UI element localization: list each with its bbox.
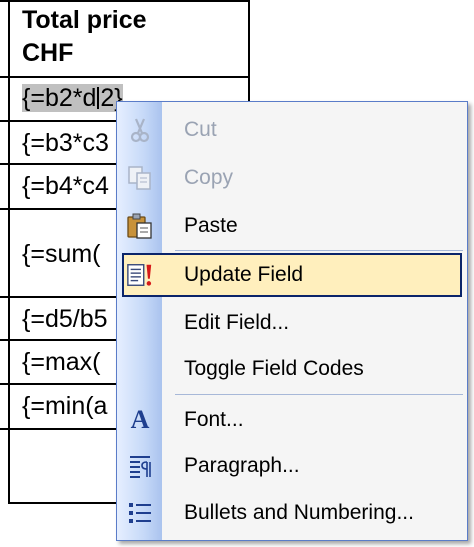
menu-label-paragraph: Paragraph...: [184, 454, 300, 477]
menu-item-bullets-numbering[interactable]: Bullets and Numbering...: [117, 491, 467, 535]
header-line-1: Total price: [22, 6, 147, 34]
menu-label-update-field: Update Field: [184, 263, 304, 286]
paragraph-icon: [126, 452, 154, 480]
clipboard-paste-icon: [126, 212, 154, 240]
header-line-2: CHF: [22, 39, 74, 67]
menu-item-paste[interactable]: Paste: [117, 204, 467, 248]
menu-item-copy[interactable]: Copy: [117, 156, 467, 200]
menu-separator: [175, 250, 463, 251]
menu-label-font: Font...: [184, 408, 244, 431]
menu-item-cut[interactable]: Cut: [117, 108, 467, 152]
table-cell-row-6[interactable]: {=max(: [22, 350, 101, 375]
menu-item-update-field[interactable]: Update Field: [122, 253, 462, 297]
table-cell-row-1[interactable]: {=b2*d 2}: [22, 84, 123, 112]
menu-label-copy: Copy: [184, 166, 234, 189]
table-cell-row-5[interactable]: {=d5/b5: [22, 307, 108, 332]
table-cell-row-4[interactable]: {=sum(: [22, 242, 101, 267]
copy-icon: [126, 164, 154, 192]
bullets-icon: [126, 499, 154, 527]
menu-label-edit-field: Edit Field...: [184, 311, 290, 334]
update-field-icon: [126, 261, 154, 289]
menu-item-paragraph[interactable]: Paragraph...: [117, 444, 467, 488]
menu-item-toggle-field-codes[interactable]: Toggle Field Codes: [117, 347, 467, 391]
menu-item-font[interactable]: A Font...: [117, 398, 467, 442]
menu-label-cut: Cut: [184, 118, 217, 141]
table-cell-row-7[interactable]: {=min(a: [22, 394, 107, 419]
menu-label-paste: Paste: [184, 214, 238, 237]
menu-label-bullets-numbering: Bullets and Numbering...: [184, 501, 414, 524]
field-code-selected[interactable]: {=b2*d 2}: [22, 84, 123, 112]
header-cell[interactable]: Total price CHF: [22, 4, 147, 70]
menu-separator: [175, 394, 463, 395]
field-code-text-a: {=b2*d: [22, 84, 97, 112]
context-menu[interactable]: Cut Copy Paste Update Field Edit Field..…: [116, 101, 468, 541]
scissors-icon: [126, 116, 154, 144]
menu-item-edit-field[interactable]: Edit Field...: [117, 301, 467, 345]
font-icon: A: [130, 405, 150, 434]
table-cell-row-3[interactable]: {=b4*c4: [22, 174, 109, 199]
menu-label-toggle-field-codes: Toggle Field Codes: [184, 357, 364, 380]
table-cell-row-2[interactable]: {=b3*c3: [22, 131, 109, 156]
